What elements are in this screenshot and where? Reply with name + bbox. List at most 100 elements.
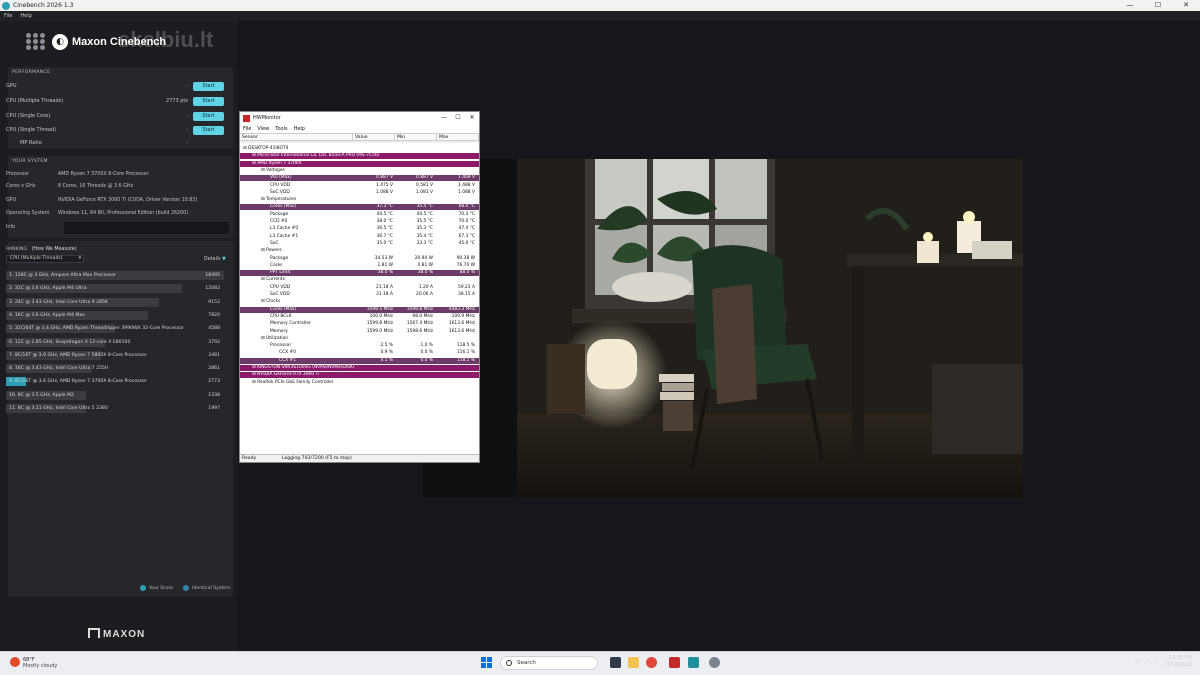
sensor-row[interactable]: Memory Controller 1599.8 MHz 1567.4 MHz 161…	[240, 321, 479, 327]
ranking-row[interactable]: 4. 16C @ 3.6 GHz, Apple M4 Max 7820	[6, 310, 224, 320]
sensor-row[interactable]: VID (Max) 0.887 V 0.887 V 1.469 V	[240, 175, 479, 182]
sensor-row[interactable]: Processor 2.5 % 1.0 % 118.5 %	[240, 343, 479, 349]
sensor-value: 35.0 °C	[376, 240, 393, 246]
sensor-row[interactable]: Package 44.5 °C 44.5 °C 70.3 °C	[240, 212, 479, 218]
sensor-row[interactable]: ⊟ NVIDIA GeForce RTX 3060 Ti	[240, 372, 479, 379]
start-button[interactable]: Start	[193, 125, 224, 135]
hwm-status-ready: Ready	[242, 456, 257, 461]
sensor-max: 88.0 %	[459, 270, 475, 276]
menu-help[interactable]: Help	[20, 13, 31, 19]
chevron-up-icon[interactable]: ⌃	[1126, 659, 1130, 665]
battery-icon[interactable]: ▭	[1154, 659, 1159, 665]
sensor-max: 116.1 %	[456, 350, 475, 356]
ranking-row[interactable]: 2. 32C @ 3.6 GHz, Apple M4 Ultra 12082	[6, 284, 224, 294]
ranking-row[interactable]: 6. 12C @ 2.85 GHz, Snapdragon X 12-core …	[6, 337, 224, 347]
close-button[interactable]: ✕	[1172, 0, 1200, 11]
weather-widget[interactable]: 68°F Mostly cloudy	[10, 657, 57, 669]
ranking-row[interactable]: 1. 128C @ 3 GHz, Ampere Altra Max Proces…	[6, 271, 224, 280]
sensor-row[interactable]: ⊟ Realtek PCIe GbE Family Controller	[240, 380, 479, 386]
col-sensor[interactable]: Sensor	[240, 134, 353, 140]
settings-icon[interactable]	[709, 657, 720, 668]
maximize-button[interactable]: ☐	[1144, 0, 1172, 11]
file-explorer-icon[interactable]	[628, 657, 639, 668]
sensor-row[interactable]: SoC VDD 31.18 A 20.06 A 38.15 A	[240, 292, 479, 298]
sensor-value: 38.0 %	[377, 270, 393, 276]
minimize-button[interactable]: —	[1116, 0, 1144, 11]
sensor-row[interactable]: Cores 1.81 W 0.81 W 76.70 W	[240, 263, 479, 269]
sensor-row[interactable]: CPU VDD 1.475 V 0.581 V 1.488 V	[240, 183, 479, 189]
sensor-row[interactable]: L3 Cache #1 36.7 °C 35.4 °C 67.3 °C	[240, 234, 479, 240]
info-input[interactable]	[64, 222, 229, 234]
sensor-row[interactable]: ⊟ KINGSTON SNV3S1000G (NVMe/NVMe/DISK)	[240, 365, 479, 371]
start-button[interactable]: Start	[193, 81, 224, 91]
system-heading: YOUR SYSTEM	[12, 159, 48, 164]
network-icon[interactable]: ⌬	[1136, 659, 1140, 665]
sensor-row[interactable]: L3 Cache #0 36.5 °C 35.3 °C 47.4 °C	[240, 226, 479, 232]
ranking-row[interactable]: 9. 8C/16T @ 3.6 GHz, AMD Ryzen 7 3700X 8…	[6, 377, 224, 387]
sensor-row[interactable]: CCX #0 0.9 % 0.0 % 116.1 %	[240, 350, 479, 356]
ranking-row[interactable]: 11. 8C @ 3.21 GHz, Intel Core Ultra 5 23…	[6, 404, 224, 413]
hwm-menu-help[interactable]: Help	[294, 126, 305, 132]
how-we-measure-link[interactable]: (How We Measure)	[32, 247, 77, 252]
ranking-row[interactable]: 8. 16C @ 3.43 GHz, Intel Core Ultra 7 25…	[6, 364, 224, 374]
sensor-min: 20.06 A	[416, 292, 433, 297]
start-button[interactable]: Start	[193, 96, 224, 106]
sensor-row[interactable]: PPT Limit 38.0 % 38.0 % 88.0 %	[240, 270, 479, 277]
sensor-row[interactable]: ⊟ Clocks	[240, 299, 479, 305]
ranking-row[interactable]: 5. 32C/64T @ 3.4 GHz, AMD Ryzen Threadri…	[6, 324, 224, 334]
sensor-name: Memory	[270, 328, 288, 334]
col-min[interactable]: Min	[395, 134, 437, 140]
weather-icon	[10, 657, 20, 667]
hwm-menu-tools[interactable]: Tools	[275, 126, 287, 132]
sensor-row[interactable]: SoC VDD 1.088 V 1.081 V 1.088 V	[240, 190, 479, 196]
perf-row: GPU - Start	[6, 81, 224, 91]
sensor-row[interactable]: SoC 35.0 °C 33.3 °C 45.0 °C	[240, 241, 479, 247]
hwmonitor-taskbar-icon[interactable]	[669, 657, 680, 668]
sensor-row[interactable]: Cores (Max) 37.3 °C 35.4 °C 68.0 °C	[240, 204, 479, 211]
sensor-row[interactable]: CCX #1 4.1 % 0.0 % 118.5 %	[240, 357, 479, 364]
sensor-row[interactable]: ⊟ Micro-Star International Co. Ltd. B550…	[240, 153, 479, 160]
sensor-name: Cores	[270, 262, 283, 268]
menu-file[interactable]: File	[4, 13, 12, 19]
perf-row-score: -	[186, 127, 188, 133]
identical-system-dot-icon	[183, 585, 190, 591]
hwm-maximize-button[interactable]: ☐	[451, 112, 465, 124]
col-max[interactable]: Max	[437, 134, 479, 140]
sensor-row[interactable]: ⊟ AMD Ryzen 7 3700X	[240, 160, 479, 167]
taskbar-search[interactable]: Search	[500, 656, 598, 670]
ranking-row[interactable]: 7. 8C/16T @ 3.0 GHz, AMD Ryzen 7 5800X 8…	[6, 350, 224, 360]
sensor-row[interactable]: ⊟ Voltages	[240, 168, 479, 174]
details-label: Details	[204, 257, 221, 262]
sensor-row[interactable]: CPU BCLK 100.0 MHz 98.0 MHz 100.9 MHz	[240, 314, 479, 320]
hwm-menu-view[interactable]: View	[257, 126, 269, 132]
sensor-row[interactable]: CCD #0 38.0 °C 35.5 °C 70.0 °C	[240, 219, 479, 225]
sensor-row[interactable]: CPU VDD 21.18 A 1.20 A 59.23 A	[240, 285, 479, 291]
hwm-minimize-button[interactable]: —	[437, 112, 451, 124]
sensor-max: 1.088 V	[458, 189, 475, 195]
sensor-row[interactable]: Memory 1599.0 MHz 1598.6 MHz 1613.6 MHz	[240, 329, 479, 335]
sensor-row[interactable]: ⊟ Temperatures	[240, 197, 479, 203]
volume-icon[interactable]: ♪	[1145, 659, 1148, 665]
cinebench-taskbar-icon[interactable]	[688, 657, 699, 668]
chrome-icon[interactable]	[646, 657, 657, 668]
sensor-row[interactable]: Package 34.53 W 20.94 W 90.38 W	[240, 256, 479, 262]
sensor-row[interactable]: ⊟ Currents	[240, 277, 479, 283]
col-value[interactable]: Value	[353, 134, 395, 140]
ranking-row[interactable]: 3. 24C @ 3.43 GHz, Intel Core Ultra 9 28…	[6, 297, 224, 307]
sensor-row[interactable]: ⊟ Powers	[240, 248, 479, 254]
sensor-row[interactable]: ⊟ Utilization	[240, 336, 479, 342]
system-row-key: Operating System	[6, 211, 50, 216]
ranking-row[interactable]: 10. 8C @ 3.5 GHz, Apple M2 2338	[6, 390, 224, 400]
start-button[interactable]: Start	[193, 111, 224, 121]
ranking-dropdown[interactable]: CPU (Multiple Threads) ▾	[6, 255, 84, 263]
sensor-row[interactable]: ⊟ DESKTOP-41I8OT4	[240, 146, 479, 152]
sensor-name: Processor	[270, 343, 292, 349]
sensor-value: 36.7 °C	[376, 233, 393, 239]
hwm-menu-file[interactable]: File	[243, 126, 251, 132]
sensor-row[interactable]: Cores (Max) 3596.5 MHz 3596.8 MHz 4483.3 MH…	[240, 306, 479, 313]
hwm-close-button[interactable]: ✕	[465, 112, 479, 124]
ranking-heading: RANKING	[6, 247, 27, 252]
clock[interactable]: 12:00 PM 8/19/2026	[1166, 655, 1192, 669]
windows-start-icon[interactable]	[481, 657, 492, 668]
task-view-icon[interactable]	[610, 657, 621, 668]
